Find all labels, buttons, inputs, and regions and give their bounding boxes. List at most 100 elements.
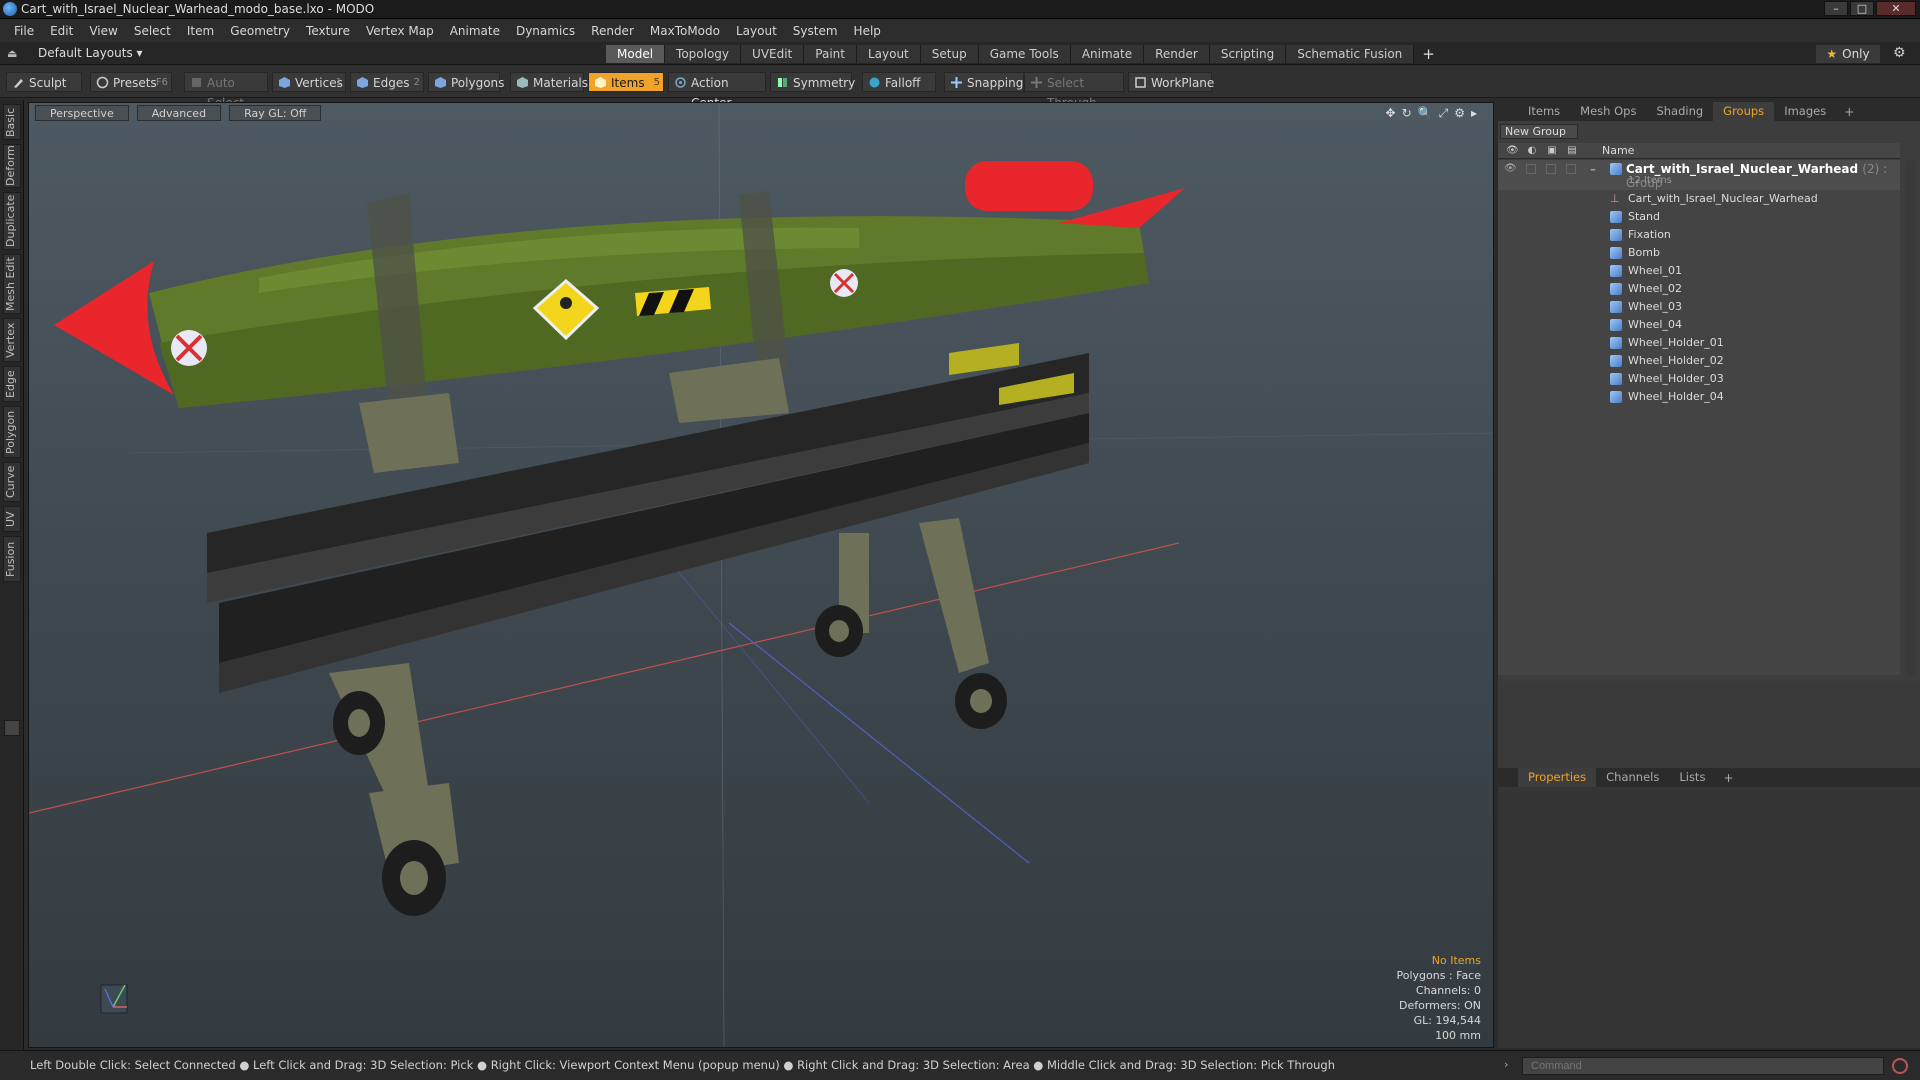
tab-render[interactable]: Render bbox=[1144, 45, 1210, 63]
menu-render[interactable]: Render bbox=[583, 20, 642, 42]
menu-texture[interactable]: Texture bbox=[298, 20, 358, 42]
3d-viewport[interactable]: Perspective Advanced Ray GL: Off ✥ ↻ 🔍 ⤢… bbox=[28, 102, 1494, 1048]
presets-button[interactable]: Presets F6 bbox=[90, 72, 172, 92]
polygons-button[interactable]: Polygons bbox=[428, 72, 504, 92]
falloff-button[interactable]: Falloff bbox=[862, 72, 936, 92]
list-item[interactable]: Wheel_Holder_01 bbox=[1498, 334, 1900, 352]
select-icon[interactable]: ▤ bbox=[1566, 145, 1578, 157]
select-through-button[interactable]: Select Through bbox=[1024, 72, 1124, 110]
menu-edit[interactable]: Edit bbox=[42, 20, 81, 42]
close-button[interactable]: ✕ bbox=[1876, 1, 1916, 16]
list-item[interactable]: Wheel_Holder_02 bbox=[1498, 352, 1900, 370]
tab-lists[interactable]: Lists bbox=[1669, 768, 1715, 787]
list-item[interactable]: Wheel_04 bbox=[1498, 316, 1900, 334]
collapse-arrow-icon[interactable]: – bbox=[1590, 162, 1596, 176]
vtab-uv[interactable]: UV bbox=[3, 506, 21, 532]
tab-game-tools[interactable]: Game Tools bbox=[978, 45, 1071, 63]
tab-uvedit[interactable]: UVEdit bbox=[741, 45, 805, 63]
tab-schematic-fusion[interactable]: Schematic Fusion bbox=[1286, 45, 1415, 63]
tab-animate[interactable]: Animate bbox=[1070, 45, 1145, 63]
lock-icon[interactable]: ▣ bbox=[1546, 145, 1558, 157]
snapping-button[interactable]: Snapping bbox=[944, 72, 1024, 92]
menu-animate[interactable]: Animate bbox=[442, 20, 508, 42]
sculpt-button[interactable]: Sculpt bbox=[6, 72, 82, 92]
default-layouts-dropdown[interactable]: Default Layouts ▾ bbox=[38, 46, 143, 60]
command-input[interactable] bbox=[1522, 1057, 1884, 1075]
items-button[interactable]: Items 5 bbox=[588, 72, 664, 92]
list-item[interactable]: Fixation bbox=[1498, 226, 1900, 244]
menu-item[interactable]: Item bbox=[179, 20, 222, 42]
menu-vertex-map[interactable]: Vertex Map bbox=[358, 20, 442, 42]
menu-file[interactable]: File bbox=[6, 20, 42, 42]
edges-button[interactable]: Edges 2 bbox=[350, 72, 424, 92]
symmetry-button[interactable]: Symmetry bbox=[770, 72, 855, 92]
group-row[interactable]: 👁 – Cart_with_Israel_Nuclear_Warhead (2)… bbox=[1498, 160, 1900, 190]
tab-shading[interactable]: Shading bbox=[1646, 102, 1713, 121]
tab-channels[interactable]: Channels bbox=[1596, 768, 1669, 787]
workplane-button[interactable]: WorkPlane bbox=[1128, 72, 1214, 92]
vtab-curve[interactable]: Curve bbox=[3, 462, 21, 502]
tail-fin-bottom bbox=[1069, 283, 1154, 328]
tab-mesh-ops[interactable]: Mesh Ops bbox=[1570, 102, 1646, 121]
tab-properties[interactable]: Properties bbox=[1518, 768, 1597, 787]
list-item[interactable]: Wheel_Holder_04 bbox=[1498, 388, 1900, 406]
vtab-deform[interactable]: Deform bbox=[3, 144, 21, 188]
tab-model[interactable]: Model bbox=[606, 45, 666, 63]
layout-home-icon[interactable]: ⏏ bbox=[7, 47, 21, 60]
deformers-label: Deformers: ON bbox=[1399, 999, 1481, 1012]
menu-geometry[interactable]: Geometry bbox=[222, 20, 298, 42]
list-item[interactable]: Stand bbox=[1498, 208, 1900, 226]
vtab-mesh-edit[interactable]: Mesh Edit bbox=[3, 254, 21, 314]
stop-icon[interactable] bbox=[1892, 1058, 1908, 1074]
menu-maxtomodo[interactable]: MaxToModo bbox=[642, 20, 728, 42]
action-center-button[interactable]: Action Center bbox=[668, 72, 766, 110]
vtab-duplicate[interactable]: Duplicate bbox=[3, 192, 21, 250]
list-item[interactable]: ⊥ Cart_with_Israel_Nuclear_Warhead bbox=[1498, 190, 1900, 208]
tab-topology[interactable]: Topology bbox=[665, 45, 742, 63]
tab-groups[interactable]: Groups bbox=[1713, 102, 1775, 121]
add-panel-tab-icon[interactable]: + bbox=[1836, 105, 1862, 119]
command-arrow-icon[interactable]: › bbox=[1504, 1058, 1508, 1071]
minimize-button[interactable]: – bbox=[1824, 1, 1848, 16]
render-toggle[interactable] bbox=[1526, 164, 1536, 174]
tab-items[interactable]: Items bbox=[1518, 102, 1570, 121]
visibility-eye-icon[interactable]: 👁 bbox=[1504, 163, 1517, 174]
name-column-header[interactable]: Name bbox=[1602, 144, 1634, 157]
maximize-button[interactable]: □ bbox=[1850, 1, 1874, 16]
vtab-polygon[interactable]: Polygon bbox=[3, 406, 21, 458]
tab-scripting[interactable]: Scripting bbox=[1209, 45, 1287, 63]
gear-icon[interactable]: ⚙ bbox=[1893, 45, 1906, 61]
groups-scrollbar[interactable] bbox=[1906, 161, 1916, 676]
add-props-tab-icon[interactable]: + bbox=[1715, 771, 1741, 785]
list-item[interactable]: Wheel_03 bbox=[1498, 298, 1900, 316]
list-item[interactable]: Wheel_01 bbox=[1498, 262, 1900, 280]
vtab-vertex[interactable]: Vertex bbox=[3, 318, 21, 362]
tab-setup[interactable]: Setup bbox=[920, 45, 979, 63]
menu-system[interactable]: System bbox=[785, 20, 846, 42]
only-button[interactable]: ★ Only bbox=[1816, 45, 1880, 63]
tab-images[interactable]: Images bbox=[1774, 102, 1836, 121]
tab-layout[interactable]: Layout bbox=[856, 45, 921, 63]
visibility-eye-icon[interactable]: 👁 bbox=[1506, 145, 1519, 157]
menu-help[interactable]: Help bbox=[846, 20, 889, 42]
list-item[interactable]: Wheel_02 bbox=[1498, 280, 1900, 298]
vtab-fusion[interactable]: Fusion bbox=[3, 536, 21, 582]
menu-dynamics[interactable]: Dynamics bbox=[508, 20, 583, 42]
new-group-button[interactable]: New Group bbox=[1500, 124, 1578, 139]
auto-select-button[interactable]: Auto Select bbox=[184, 72, 268, 110]
materials-button[interactable]: Materials bbox=[510, 72, 588, 92]
menu-select[interactable]: Select bbox=[126, 20, 179, 42]
select-toggle[interactable] bbox=[1566, 164, 1576, 174]
lock-toggle[interactable] bbox=[1546, 164, 1556, 174]
tab-paint[interactable]: Paint bbox=[804, 45, 857, 63]
toggle-panel-button[interactable] bbox=[4, 720, 20, 736]
menu-view[interactable]: View bbox=[81, 20, 125, 42]
render-icon[interactable]: ◐ bbox=[1526, 145, 1538, 157]
vtab-basic[interactable]: Basic bbox=[3, 104, 21, 140]
list-item[interactable]: Bomb bbox=[1498, 244, 1900, 262]
vtab-edge[interactable]: Edge bbox=[3, 366, 21, 402]
add-tab-icon[interactable]: + bbox=[1414, 45, 1443, 63]
vertices-button[interactable]: Vertices 1 bbox=[272, 72, 346, 92]
list-item[interactable]: Wheel_Holder_03 bbox=[1498, 370, 1900, 388]
menu-layout[interactable]: Layout bbox=[728, 20, 785, 42]
